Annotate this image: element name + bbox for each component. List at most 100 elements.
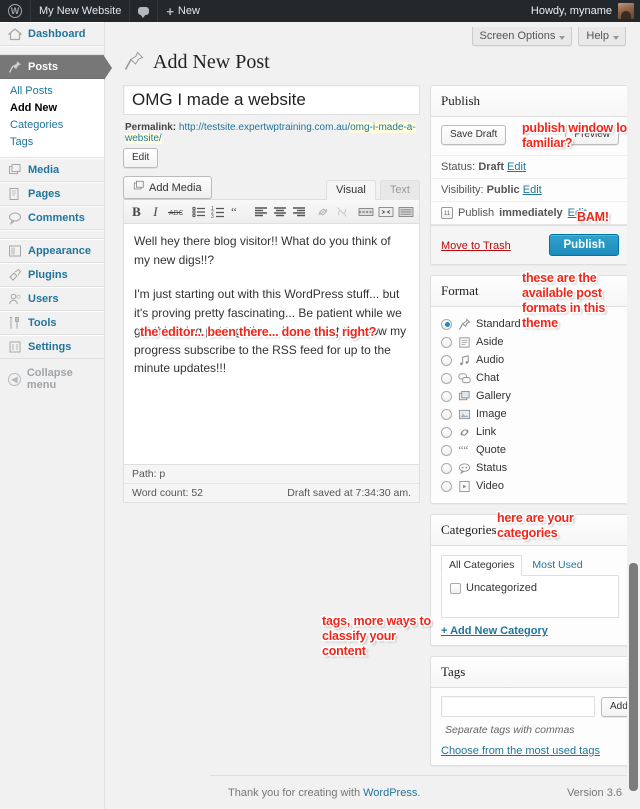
blockquote-icon[interactable]: “ — [229, 203, 246, 221]
unlink-icon[interactable] — [333, 203, 350, 221]
help-button[interactable]: Help — [578, 27, 626, 46]
tag-input[interactable] — [441, 696, 595, 717]
permalink-label: Permalink: — [125, 122, 177, 133]
sidebar-item-posts[interactable]: Posts — [0, 55, 112, 80]
content-editor: B I ABC 123 “ Well hey there blog visito… — [123, 199, 420, 503]
radio-aside[interactable] — [441, 336, 452, 348]
svg-text:ABC: ABC — [169, 210, 183, 217]
pin-icon — [457, 317, 471, 331]
align-center-icon[interactable] — [272, 203, 289, 221]
format-option-chat[interactable]: Chat — [441, 369, 619, 387]
most-used-tags-link[interactable]: Choose from the most used tags — [441, 745, 600, 757]
move-to-trash-link[interactable]: Move to Trash — [441, 240, 511, 252]
align-left-icon[interactable] — [253, 203, 270, 221]
save-draft-button[interactable]: Save Draft — [441, 125, 507, 145]
format-option-video[interactable]: Video — [441, 477, 619, 495]
format-option-aside[interactable]: Aside — [441, 333, 619, 351]
tab-all-categories[interactable]: All Categories — [441, 555, 523, 576]
radio-standard[interactable] — [441, 318, 452, 330]
tab-visual[interactable]: Visual — [326, 180, 376, 200]
wordpress-link[interactable]: WordPress — [363, 787, 417, 799]
link-icon[interactable] — [314, 203, 331, 221]
publish-button[interactable]: Publish — [549, 234, 619, 256]
sidebar-item-comments[interactable]: Comments — [0, 206, 104, 230]
submenu-item-all-posts[interactable]: All Posts — [10, 83, 104, 100]
sidebar-item-label: Dashboard — [28, 28, 86, 40]
plugins-icon — [8, 268, 22, 282]
radio-quote[interactable] — [441, 444, 452, 456]
format-label: Video — [476, 480, 504, 492]
submenu-item-tags[interactable]: Tags — [10, 134, 104, 151]
sidebar-item-plugins[interactable]: Plugins — [0, 263, 104, 287]
tab-most-used[interactable]: Most Used — [524, 555, 590, 576]
format-option-standard[interactable]: Standard — [441, 315, 619, 333]
format-label: Status — [476, 462, 508, 474]
edit-slug-button[interactable]: Edit — [123, 148, 159, 168]
tags-metabox: Tags Add Separate tags with commas Choos… — [430, 656, 637, 766]
sidebar-item-pages[interactable]: Pages — [0, 182, 104, 206]
page-scrollbar-track[interactable] — [627, 22, 640, 809]
collapse-menu-button[interactable]: ◀ Collapse menu — [0, 367, 104, 391]
editor-content-area[interactable]: Well hey there blog visitor!! What do yo… — [124, 224, 419, 464]
format-option-quote[interactable]: ““ Quote — [441, 441, 619, 459]
checkbox-uncategorized[interactable] — [450, 582, 461, 594]
radio-video[interactable] — [441, 480, 452, 492]
radio-link[interactable] — [441, 426, 452, 438]
editor-toolbar: B I ABC 123 “ — [124, 200, 419, 224]
ordered-list-icon[interactable]: 123 — [210, 203, 227, 221]
sidebar-item-media[interactable]: Media — [0, 158, 104, 182]
word-count: Word count: 52 — [132, 487, 204, 499]
add-new-category-link[interactable]: + Add New Category — [441, 625, 548, 637]
radio-audio[interactable] — [441, 354, 452, 366]
post-title-input[interactable] — [123, 85, 420, 115]
pin-icon — [8, 60, 22, 74]
draft-saved-status: Draft saved at 7:34:30 am. — [287, 487, 411, 499]
submenu-item-categories[interactable]: Categories — [10, 117, 104, 134]
sidebar-item-users[interactable]: Users — [0, 287, 104, 311]
fullscreen-icon[interactable] — [377, 203, 395, 221]
bold-icon[interactable]: B — [128, 203, 145, 221]
tab-text[interactable]: Text — [379, 180, 420, 200]
wp-logo-menu[interactable]: W — [0, 0, 30, 22]
format-option-status[interactable]: Status — [441, 459, 619, 477]
format-option-audio[interactable]: Audio — [441, 351, 619, 369]
unordered-list-icon[interactable] — [191, 203, 208, 221]
category-item-uncategorized[interactable]: Uncategorized — [450, 582, 610, 594]
permalink-base[interactable]: http://testsite.expertwptraining.com.au/ — [179, 122, 350, 133]
strikethrough-icon[interactable]: ABC — [166, 203, 184, 221]
page-scrollbar-thumb[interactable] — [629, 563, 638, 791]
sidebar-item-tools[interactable]: Tools — [0, 311, 104, 335]
kitchen-sink-icon[interactable] — [397, 203, 415, 221]
site-name-menu[interactable]: My New Website — [31, 0, 129, 22]
add-media-button[interactable]: Add Media — [123, 176, 212, 199]
visibility-edit-link[interactable]: Edit — [523, 184, 542, 196]
tags-metabox-title[interactable]: Tags — [431, 657, 629, 688]
format-option-gallery[interactable]: Gallery — [441, 387, 619, 405]
submenu-item-add-new[interactable]: Add New — [10, 100, 104, 117]
radio-status[interactable] — [441, 462, 452, 474]
new-content-menu[interactable]: + New — [158, 0, 208, 22]
schedule-edit-link[interactable]: Edit — [568, 207, 587, 219]
radio-image[interactable] — [441, 408, 452, 420]
sidebar-item-label: Settings — [28, 341, 72, 353]
preview-button[interactable]: Preview — [565, 125, 619, 145]
sidebar-item-settings[interactable]: Settings — [0, 335, 104, 359]
radio-chat[interactable] — [441, 372, 452, 384]
sidebar-item-dashboard[interactable]: Dashboard — [0, 22, 104, 46]
format-option-image[interactable]: Image — [441, 405, 619, 423]
format-option-link[interactable]: Link — [441, 423, 619, 441]
radio-gallery[interactable] — [441, 390, 452, 402]
svg-text:3: 3 — [211, 214, 214, 219]
screen-options-button[interactable]: Screen Options — [471, 27, 573, 46]
post-body: Permalink: http://testsite.expertwptrain… — [105, 85, 640, 809]
align-right-icon[interactable] — [291, 203, 308, 221]
italic-icon[interactable]: I — [147, 203, 164, 221]
more-tag-icon[interactable] — [357, 203, 375, 221]
categories-metabox-title[interactable]: Categories — [431, 515, 629, 546]
status-edit-link[interactable]: Edit — [507, 161, 526, 173]
comments-bubble-menu[interactable] — [130, 0, 157, 22]
format-metabox-title[interactable]: Format — [431, 276, 629, 307]
publish-metabox-title[interactable]: Publish — [431, 86, 629, 117]
account-menu[interactable]: Howdy, myname — [531, 0, 640, 22]
sidebar-item-appearance[interactable]: Appearance — [0, 239, 104, 263]
